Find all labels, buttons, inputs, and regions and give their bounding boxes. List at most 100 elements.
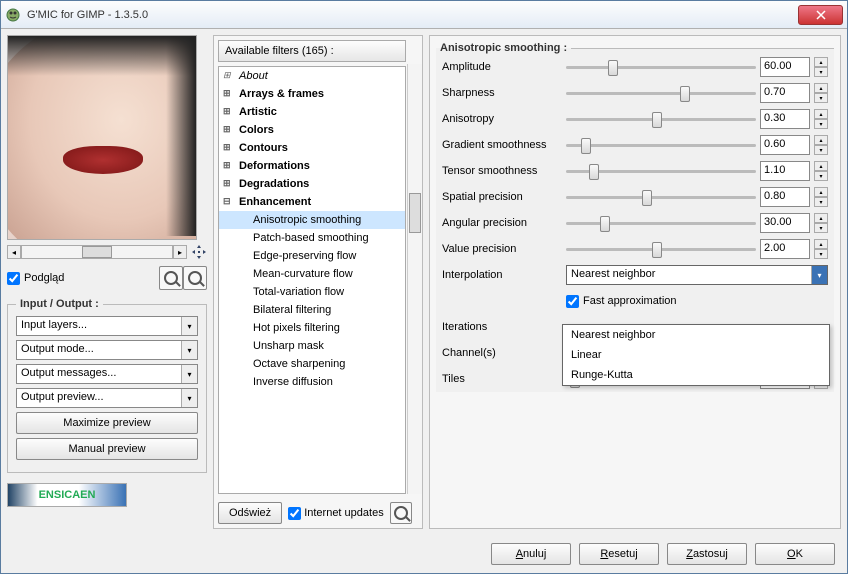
filter-category[interactable]: Degradations bbox=[219, 175, 405, 193]
ok-button[interactable]: OK bbox=[755, 543, 835, 565]
param-slider[interactable] bbox=[566, 59, 756, 75]
filter-item[interactable]: Bilateral filtering bbox=[219, 301, 405, 319]
filter-item[interactable]: Octave sharpening bbox=[219, 355, 405, 373]
param-slider[interactable] bbox=[566, 241, 756, 257]
preview-image[interactable] bbox=[7, 35, 197, 240]
refresh-button[interactable]: Odśwież bbox=[218, 502, 282, 524]
scroll-left-icon[interactable]: ◂ bbox=[7, 245, 21, 259]
param-row: Value precision2.00▴▾ bbox=[436, 236, 834, 262]
preview-checkbox[interactable] bbox=[7, 272, 20, 285]
param-row: Tensor smoothness1.10▴▾ bbox=[436, 158, 834, 184]
param-spinner[interactable]: ▴▾ bbox=[814, 239, 828, 259]
zoom-in-button[interactable] bbox=[183, 266, 207, 290]
chevron-down-icon[interactable]: ▾ bbox=[811, 266, 827, 284]
filter-item[interactable]: Mean-curvature flow bbox=[219, 265, 405, 283]
param-row: Angular precision30.00▴▾ bbox=[436, 210, 834, 236]
interpolation-select[interactable]: Nearest neighbor bbox=[567, 266, 811, 284]
dropdown-option[interactable]: Nearest neighbor bbox=[563, 325, 829, 345]
param-spinner[interactable]: ▴▾ bbox=[814, 83, 828, 103]
move-icon[interactable] bbox=[191, 244, 207, 260]
param-value[interactable]: 0.60 bbox=[760, 135, 810, 155]
gmic-dialog: G'MIC for GIMP - 1.3.5.0 ◂ ▸ Podgląd bbox=[0, 0, 848, 574]
filter-category[interactable]: Colors bbox=[219, 121, 405, 139]
dropdown-option[interactable]: Linear bbox=[563, 345, 829, 365]
filter-tree[interactable]: AboutArrays & framesArtisticColorsContou… bbox=[218, 66, 406, 494]
cancel-button[interactable]: Anuluj bbox=[491, 543, 571, 565]
param-value[interactable]: 2.00 bbox=[760, 239, 810, 259]
filter-group-legend: Anisotropic smoothing : bbox=[436, 42, 571, 54]
interpolation-dropdown[interactable]: Nearest neighborLinearRunge-Kutta bbox=[562, 324, 830, 386]
manual-preview-button[interactable]: Manual preview bbox=[16, 438, 198, 460]
fast-approx-row: Fast approximation bbox=[436, 288, 834, 314]
param-spinner[interactable]: ▴▾ bbox=[814, 187, 828, 207]
param-row: Sharpness0.70▴▾ bbox=[436, 80, 834, 106]
filter-category[interactable]: Artistic bbox=[219, 103, 405, 121]
param-spinner[interactable]: ▴▾ bbox=[814, 109, 828, 129]
param-slider[interactable] bbox=[566, 137, 756, 153]
scroll-right-icon[interactable]: ▸ bbox=[173, 245, 187, 259]
filters-vscroll[interactable] bbox=[407, 64, 422, 494]
parameters-column: Anisotropic smoothing : Amplitude60.00▴▾… bbox=[429, 35, 841, 529]
chevron-down-icon[interactable]: ▾ bbox=[181, 317, 197, 335]
preview-toggle[interactable]: Podgląd bbox=[7, 272, 159, 285]
param-slider[interactable] bbox=[566, 111, 756, 127]
param-slider[interactable] bbox=[566, 163, 756, 179]
close-icon bbox=[816, 10, 826, 20]
filter-item[interactable]: Anisotropic smoothing bbox=[219, 211, 405, 229]
filters-header[interactable]: Available filters (165) : bbox=[218, 40, 406, 62]
param-slider[interactable] bbox=[566, 189, 756, 205]
interpolation-row: Interpolation Nearest neighbor ▾ bbox=[436, 262, 834, 288]
maximize-preview-button[interactable]: Maximize preview bbox=[16, 412, 198, 434]
param-spinner[interactable]: ▴▾ bbox=[814, 57, 828, 77]
titlebar: G'MIC for GIMP - 1.3.5.0 bbox=[1, 1, 847, 29]
zoom-out-icon bbox=[164, 271, 178, 285]
filter-item[interactable]: Patch-based smoothing bbox=[219, 229, 405, 247]
reset-button[interactable]: Resetuj bbox=[579, 543, 659, 565]
param-value[interactable]: 0.70 bbox=[760, 83, 810, 103]
param-slider[interactable] bbox=[566, 85, 756, 101]
chevron-down-icon[interactable]: ▾ bbox=[181, 341, 197, 359]
ensicaen-logo: ENSICAEN bbox=[7, 483, 127, 507]
zoom-out-button[interactable] bbox=[159, 266, 183, 290]
io-select-2[interactable]: Output messages...▾ bbox=[16, 364, 198, 384]
filter-item[interactable]: Unsharp mask bbox=[219, 337, 405, 355]
param-slider[interactable] bbox=[566, 215, 756, 231]
filter-item[interactable]: Total-variation flow bbox=[219, 283, 405, 301]
dialog-content: ◂ ▸ Podgląd Input / Output : Input layer… bbox=[1, 29, 847, 535]
filter-category[interactable]: Deformations bbox=[219, 157, 405, 175]
filter-category[interactable]: Arrays & frames bbox=[219, 85, 405, 103]
filters-column: Available filters (165) : AboutArrays & … bbox=[213, 35, 423, 529]
dropdown-option[interactable]: Runge-Kutta bbox=[563, 365, 829, 385]
fast-approx-checkbox[interactable] bbox=[566, 295, 579, 308]
window-title: G'MIC for GIMP - 1.3.5.0 bbox=[27, 9, 798, 21]
param-spinner[interactable]: ▴▾ bbox=[814, 161, 828, 181]
param-value[interactable]: 1.10 bbox=[760, 161, 810, 181]
param-spinner[interactable]: ▴▾ bbox=[814, 135, 828, 155]
param-spinner[interactable]: ▴▾ bbox=[814, 213, 828, 233]
chevron-down-icon[interactable]: ▾ bbox=[181, 389, 197, 407]
param-value[interactable]: 0.80 bbox=[760, 187, 810, 207]
io-select-0[interactable]: Input layers...▾ bbox=[16, 316, 198, 336]
internet-updates-toggle[interactable]: Internet updates bbox=[288, 507, 384, 520]
filter-category[interactable]: Enhancement bbox=[219, 193, 405, 211]
dialog-buttons: Anuluj Resetuj Zastosuj OK bbox=[1, 535, 847, 573]
search-icon bbox=[394, 506, 408, 520]
fast-approx-toggle[interactable]: Fast approximation bbox=[566, 295, 677, 308]
io-select-1[interactable]: Output mode...▾ bbox=[16, 340, 198, 360]
filter-item[interactable]: Inverse diffusion bbox=[219, 373, 405, 391]
close-button[interactable] bbox=[798, 5, 843, 25]
filter-item[interactable]: Hot pixels filtering bbox=[219, 319, 405, 337]
preview-hscroll[interactable]: ◂ ▸ bbox=[7, 244, 207, 260]
io-select-3[interactable]: Output preview...▾ bbox=[16, 388, 198, 408]
param-value[interactable]: 30.00 bbox=[760, 213, 810, 233]
filter-category[interactable]: Contours bbox=[219, 139, 405, 157]
apply-button[interactable]: Zastosuj bbox=[667, 543, 747, 565]
io-legend: Input / Output : bbox=[16, 298, 103, 310]
filter-item[interactable]: Edge-preserving flow bbox=[219, 247, 405, 265]
filter-category[interactable]: About bbox=[219, 67, 405, 85]
param-value[interactable]: 60.00 bbox=[760, 57, 810, 77]
internet-updates-checkbox[interactable] bbox=[288, 507, 301, 520]
param-value[interactable]: 0.30 bbox=[760, 109, 810, 129]
search-filters-button[interactable] bbox=[390, 502, 412, 524]
chevron-down-icon[interactable]: ▾ bbox=[181, 365, 197, 383]
